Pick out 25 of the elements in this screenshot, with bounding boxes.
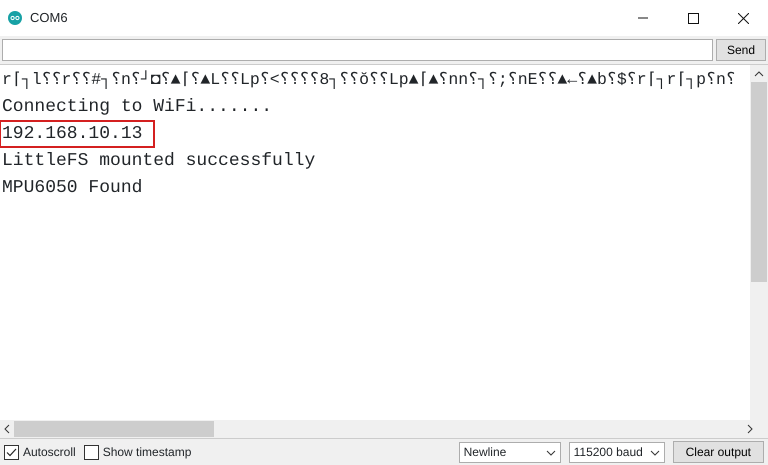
vertical-scrollbar[interactable] xyxy=(750,65,768,420)
window-title: COM6 xyxy=(30,9,68,28)
chevron-down-icon xyxy=(546,450,556,456)
dropdown[interactable]: 115200 baud xyxy=(568,442,665,462)
clear-output-button[interactable]: Clear output xyxy=(672,441,764,463)
checkbox[interactable] xyxy=(4,444,19,460)
checkbox-label: Show timestamp xyxy=(102,444,192,461)
checkbox[interactable] xyxy=(84,444,99,460)
output-line: MPU6050 Found xyxy=(1,177,144,200)
send-button[interactable]: Send xyxy=(716,39,766,61)
chevron-down-icon xyxy=(650,450,660,456)
close-icon xyxy=(738,12,748,24)
output-line: Connecting to WiFi....... xyxy=(1,96,274,119)
chevron-left-icon[interactable] xyxy=(4,424,10,434)
maximize-icon xyxy=(688,12,698,24)
horizontal-scrollbar[interactable] xyxy=(0,420,768,438)
input-field[interactable] xyxy=(2,39,713,61)
chevron-up-icon[interactable] xyxy=(754,70,764,76)
checkbox-label: Autoscroll xyxy=(23,444,76,461)
output-line: 192.168.10.13 xyxy=(0,121,154,147)
output-line: LittleFS mounted successfully xyxy=(1,150,316,173)
app-logo-icon xyxy=(8,11,22,25)
output-line: r⌈┐l⸮⸮r⸮⸮#┐⸮n⸮┘◘⸮▲⌈⸮▲L⸮⸮Lp⸮<⸮⸮⸮⸮8┐⸮⸮ŏ⸮⸮Lp▲⌈▲⸮nn⸮┐⸮;⸮nE⸮⸮▲←⸮▲b⸮$⸮r⌈┐r⌈┐p⸮n⸮ xyxy=(1,69,737,91)
dropdown[interactable]: Newline xyxy=(458,442,561,462)
chevron-right-icon[interactable] xyxy=(747,424,753,434)
